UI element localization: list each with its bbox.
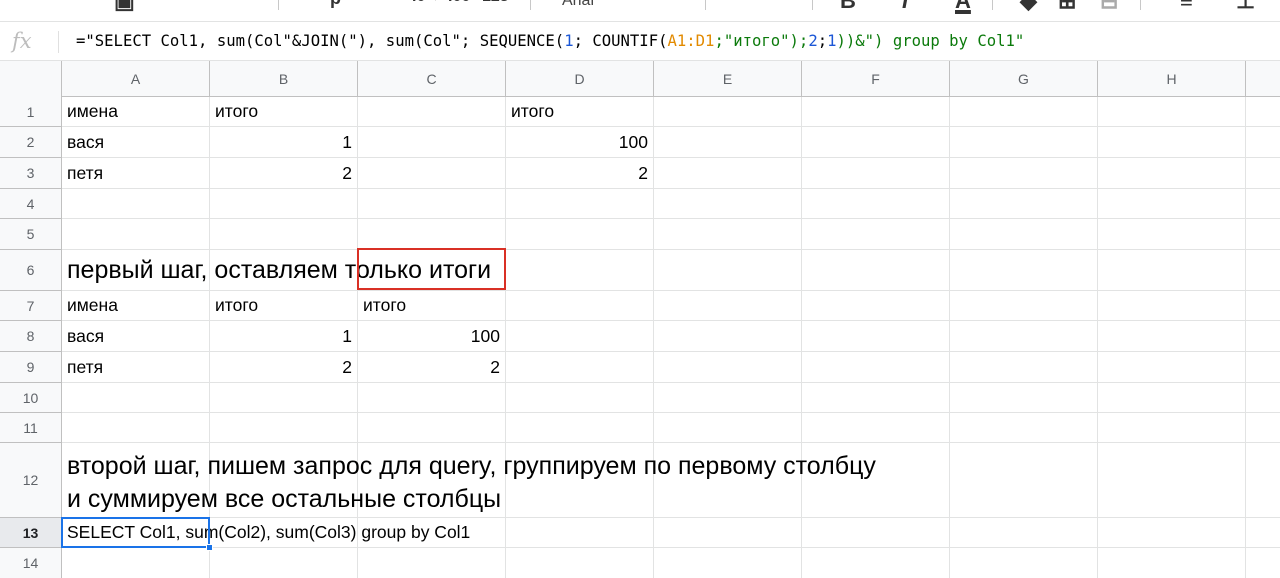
cells-area[interactable]: имена итого итого вася 1 100 петя 2 2 первый шаг,…	[61, 97, 1280, 578]
formula-bar-separator	[58, 31, 59, 53]
row-header-4[interactable]: 4	[0, 189, 62, 219]
row-header-11[interactable]: 11	[0, 413, 62, 443]
bold-icon[interactable]: B	[840, 0, 856, 14]
fill-handle[interactable]	[206, 544, 213, 551]
toolbar-icon[interactable]: ▣	[114, 0, 135, 14]
align-icon[interactable]: ⊥	[1236, 0, 1255, 14]
decimal-increase-icon[interactable]: .00	[448, 0, 470, 6]
cell-d3[interactable]: 2	[506, 158, 653, 188]
cell-a12[interactable]: второй шаг, пишем запрос для query, груп…	[62, 443, 881, 517]
row-header-8[interactable]: 8	[0, 321, 62, 352]
cell-a1[interactable]: имена	[62, 97, 209, 126]
row-header-3[interactable]: 3	[0, 158, 62, 189]
cell-a9[interactable]: петя	[62, 352, 209, 382]
column-header-c[interactable]: C	[358, 61, 506, 97]
fill-color-icon[interactable]: ◆	[1020, 0, 1037, 14]
cell-b2[interactable]: 1	[210, 127, 357, 157]
italic-icon[interactable]: I	[902, 0, 908, 14]
formula-token: ="SELECT Col1, sum(Col"&JOIN("), sum(Col…	[76, 32, 565, 50]
column-header-d[interactable]: D	[506, 61, 654, 97]
column-header-h[interactable]: H	[1098, 61, 1246, 97]
row-header-14[interactable]: 14	[0, 548, 62, 578]
borders-icon[interactable]: ⊞	[1058, 0, 1076, 14]
row-header-7[interactable]: 7	[0, 291, 62, 321]
formula-bar: fx ="SELECT Col1, sum(Col"&JOIN("), sum(…	[0, 23, 1280, 61]
formula-token: 1	[564, 32, 574, 50]
row-header-1[interactable]: 1	[0, 97, 62, 127]
toolbar-separator	[705, 0, 706, 10]
more-formats-icon[interactable]: 123	[482, 0, 509, 6]
text-color-icon[interactable]: A	[955, 0, 971, 14]
column-header-f[interactable]: F	[802, 61, 950, 97]
cell-d2[interactable]: 100	[506, 127, 653, 157]
grid-line	[1097, 97, 1098, 578]
grid-line	[949, 97, 950, 578]
toolbar-separator	[530, 0, 531, 10]
fx-icon: fx	[12, 29, 32, 53]
cell-b9[interactable]: 2	[210, 352, 357, 382]
decimal-decrease-icon[interactable]: .0 ←	[412, 0, 446, 6]
row-header-6[interactable]: 6	[0, 250, 62, 291]
formula-token: 2	[808, 32, 818, 50]
row-header-13[interactable]: 13	[0, 518, 62, 548]
formula-input[interactable]: ="SELECT Col1, sum(Col"&JOIN("), sum(Col…	[76, 32, 1024, 50]
cell-b7[interactable]: итого	[210, 291, 357, 320]
grid-line	[1245, 97, 1246, 578]
cell-b3[interactable]: 2	[210, 158, 357, 188]
cell-a3[interactable]: петя	[62, 158, 209, 188]
active-cell-selection	[61, 517, 210, 548]
align-icon[interactable]: ≡	[1180, 0, 1193, 14]
row-header-10[interactable]: 10	[0, 383, 62, 413]
cell-d1[interactable]: итого	[506, 97, 653, 126]
spreadsheet-grid: ABCDEFGH 1 2 3 4 5 6 7 8 9 10 11 12 13 14 имена итого и…	[0, 61, 1280, 578]
column-header-g[interactable]: G	[950, 61, 1098, 97]
toolbar-separator	[992, 0, 993, 10]
cell-c7[interactable]: итого	[358, 291, 505, 320]
column-headers: ABCDEFGH	[0, 61, 1280, 97]
formula-token: ;	[817, 32, 828, 50]
cell-c9[interactable]: 2	[358, 352, 505, 382]
row-header-2[interactable]: 2	[0, 127, 62, 158]
row-header-9[interactable]: 9	[0, 352, 62, 383]
cell-a8[interactable]: вася	[62, 321, 209, 351]
cell-b8[interactable]: 1	[210, 321, 357, 351]
toolbar-separator	[812, 0, 813, 10]
formula-token: 1	[827, 32, 837, 50]
cell-a2[interactable]: вася	[62, 127, 209, 157]
row-header-5[interactable]: 5	[0, 219, 62, 250]
cell-a7[interactable]: имена	[62, 291, 209, 320]
column-header-e[interactable]: E	[654, 61, 802, 97]
column-header-b[interactable]: B	[210, 61, 358, 97]
formula-token: ;"итого");	[714, 32, 809, 50]
merge-cells-icon[interactable]: ⊟	[1100, 0, 1118, 14]
font-name-select[interactable]: Arial	[562, 0, 594, 9]
toolbar-icon[interactable]: р	[330, 0, 341, 9]
cell-c8[interactable]: 100	[358, 321, 505, 351]
select-all-corner[interactable]	[0, 61, 62, 97]
row-header-12[interactable]: 12	[0, 443, 62, 518]
formula-token: ))&") group by Col1"	[836, 32, 1025, 50]
formula-token: ; COUNTIF(	[573, 32, 668, 50]
cell-b1[interactable]: итого	[210, 97, 357, 126]
formula-token: A1:D1	[667, 32, 715, 50]
toolbar-separator	[1140, 0, 1141, 10]
column-header-a[interactable]: A	[62, 61, 210, 97]
annotation-box	[357, 248, 506, 290]
toolbar-separator	[278, 0, 279, 10]
toolbar: ▣ р .0 ← .00 123 Arial B I A ◆ ⊞ ⊟ ≡ ⊥	[0, 0, 1280, 22]
